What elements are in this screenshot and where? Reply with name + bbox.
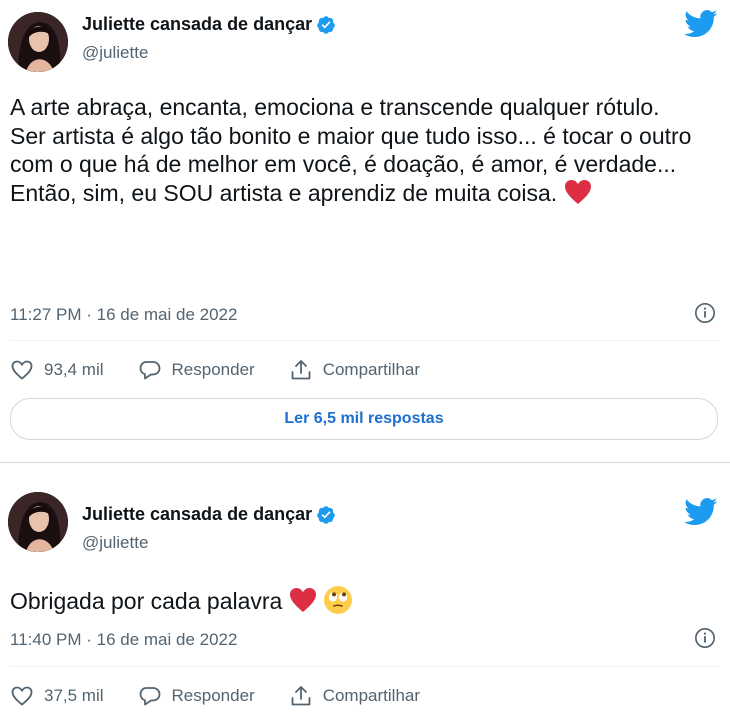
reply-icon bbox=[139, 361, 160, 380]
info-icon[interactable] bbox=[694, 302, 716, 324]
like-button[interactable]: 93,4 mil bbox=[10, 358, 104, 382]
handle[interactable]: @juliette bbox=[82, 43, 148, 63]
avatar[interactable] bbox=[8, 12, 68, 72]
share-button[interactable]: Compartilhar bbox=[289, 358, 420, 382]
like-count: 37,5 mil bbox=[44, 686, 104, 705]
display-name[interactable]: Juliette cansada de dançar bbox=[82, 504, 336, 525]
tweet-separator bbox=[0, 462, 730, 463]
tweet-text-line: A arte abraça, encanta, emociona e trans… bbox=[10, 94, 660, 120]
heart-icon bbox=[11, 686, 33, 706]
reply-label: Responder bbox=[171, 360, 255, 379]
read-replies-button[interactable]: Ler 6,5 mil respostas bbox=[10, 398, 718, 440]
red-heart-emoji-icon bbox=[564, 179, 591, 204]
timestamp[interactable]: 11:27 PM · 16 de mai de 2022 bbox=[10, 305, 237, 325]
red-heart-emoji-icon bbox=[289, 588, 316, 612]
tweet-text-line: Obrigada por cada palavra bbox=[10, 585, 710, 616]
share-button[interactable]: Compartilhar bbox=[289, 684, 420, 708]
heart-icon bbox=[11, 360, 33, 380]
like-count: 93,4 mil bbox=[44, 360, 104, 379]
twitter-bird-icon[interactable] bbox=[684, 498, 718, 526]
verified-badge-icon bbox=[317, 15, 335, 34]
verified-badge-icon bbox=[317, 505, 335, 524]
display-name-text: Juliette cansada de dançar bbox=[82, 14, 313, 34]
action-bar: 93,4 mil Responder Compartilhar bbox=[10, 358, 454, 382]
divider-line bbox=[10, 340, 720, 341]
reply-button[interactable]: Responder bbox=[138, 684, 255, 708]
rolling-eyes-emoji-icon bbox=[324, 586, 353, 614]
tweet-text-line-content: Então, sim, eu SOU artista e aprendiz de… bbox=[10, 179, 558, 206]
display-name-text: Juliette cansada de dançar bbox=[82, 504, 313, 524]
divider-line bbox=[10, 666, 720, 667]
info-icon[interactable] bbox=[694, 627, 716, 649]
display-name[interactable]: Juliette cansada de dançar bbox=[82, 14, 336, 35]
avatar[interactable] bbox=[8, 492, 68, 552]
share-label: Compartilhar bbox=[322, 360, 421, 379]
reply-icon bbox=[139, 687, 160, 706]
reply-label: Responder bbox=[171, 686, 255, 705]
tweet-2: Juliette cansada de dançar @juliette Obr… bbox=[0, 482, 730, 713]
tweet-text: Obrigada por cada palavra bbox=[10, 585, 710, 616]
share-icon bbox=[291, 686, 311, 706]
share-label: Compartilhar bbox=[322, 686, 421, 705]
tweet-1: Juliette cansada de dançar @juliette A a… bbox=[0, 0, 730, 460]
tweet-text-line: Ser artista é algo tão bonito e maior qu… bbox=[10, 122, 692, 178]
tweet-text: A arte abraça, encanta, emociona e trans… bbox=[10, 93, 710, 207]
tweet-text-line: Então, sim, eu SOU artista e aprendiz de… bbox=[10, 179, 710, 208]
action-bar: 37,5 mil Responder Compartilhar bbox=[10, 684, 454, 708]
twitter-bird-icon[interactable] bbox=[684, 10, 718, 38]
reply-button[interactable]: Responder bbox=[138, 358, 255, 382]
handle[interactable]: @juliette bbox=[82, 533, 148, 553]
share-icon bbox=[291, 360, 311, 380]
tweet-text-line-content: Obrigada por cada palavra bbox=[10, 588, 283, 614]
like-button[interactable]: 37,5 mil bbox=[10, 684, 104, 708]
timestamp[interactable]: 11:40 PM · 16 de mai de 2022 bbox=[10, 630, 237, 650]
